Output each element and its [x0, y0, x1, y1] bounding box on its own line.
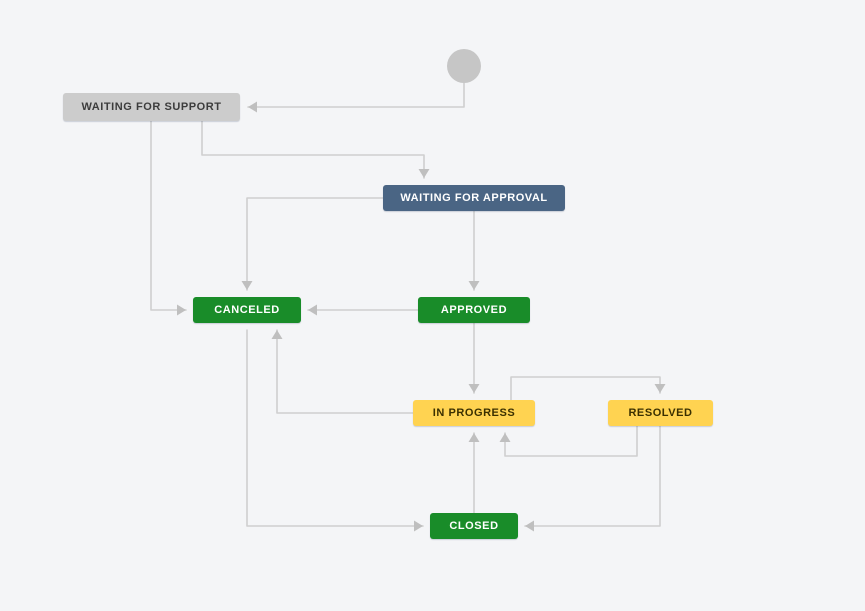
status-node-label: IN PROGRESS — [432, 407, 516, 419]
edge-resolved-to-in-progress — [499, 425, 638, 457]
edge-canceled-to-closed — [246, 329, 424, 532]
edge-arrowhead — [308, 304, 317, 316]
status-node-waiting-for-approval[interactable]: WAITING FOR APPROVAL — [383, 185, 565, 211]
edge-waiting-for-approval-to-approved — [468, 210, 480, 291]
edge-closed-to-in-progress — [468, 432, 480, 514]
edge-approved-to-in-progress — [468, 322, 480, 394]
status-node-approved[interactable]: APPROVED — [418, 297, 530, 323]
edge-waiting-for-support-to-canceled — [150, 120, 187, 316]
edge-approved-to-canceled — [307, 304, 419, 316]
workflow-diagram-canvas: WAITING FOR SUPPORT WAITING FOR APPROVAL C… — [0, 0, 865, 611]
edge-arrowhead — [271, 330, 283, 339]
status-node-closed[interactable]: CLOSED — [430, 513, 518, 539]
edge-waiting-for-support-to-waiting-for-approval — [201, 120, 430, 179]
status-node-label: APPROVED — [440, 304, 508, 316]
edge-arrowhead — [499, 433, 511, 442]
status-node-canceled[interactable]: CANCELED — [193, 297, 301, 323]
status-node-label: RESOLVED — [628, 407, 693, 419]
status-node-label: CANCELED — [214, 304, 280, 316]
edge-arrowhead — [468, 384, 480, 393]
edge-arrowhead — [525, 520, 534, 532]
status-node-label: WAITING FOR APPROVAL — [400, 192, 548, 204]
edge-arrowhead — [418, 169, 430, 178]
status-node-resolved[interactable]: RESOLVED — [608, 400, 713, 426]
edge-in-progress-to-canceled — [271, 329, 414, 414]
edge-arrowhead — [468, 433, 480, 442]
edge-arrowhead — [654, 384, 666, 393]
edge-resolved-to-closed — [524, 425, 661, 532]
edge-arrowhead — [248, 101, 257, 113]
edge-arrowhead — [241, 281, 253, 290]
edge-waiting-for-approval-to-canceled — [241, 197, 384, 291]
status-node-waiting-for-support[interactable]: WAITING FOR SUPPORT — [63, 93, 240, 121]
edge-arrowhead — [414, 520, 423, 532]
edge-start-to-waiting-for-support — [247, 82, 465, 113]
edge-arrowhead — [177, 304, 186, 316]
edge-in-progress-to-resolved — [510, 376, 666, 401]
start-node[interactable] — [447, 49, 481, 83]
status-node-label: CLOSED — [449, 520, 499, 532]
edge-arrowhead — [468, 281, 480, 290]
status-node-in-progress[interactable]: IN PROGRESS — [413, 400, 535, 426]
status-node-label: WAITING FOR SUPPORT — [81, 101, 222, 113]
